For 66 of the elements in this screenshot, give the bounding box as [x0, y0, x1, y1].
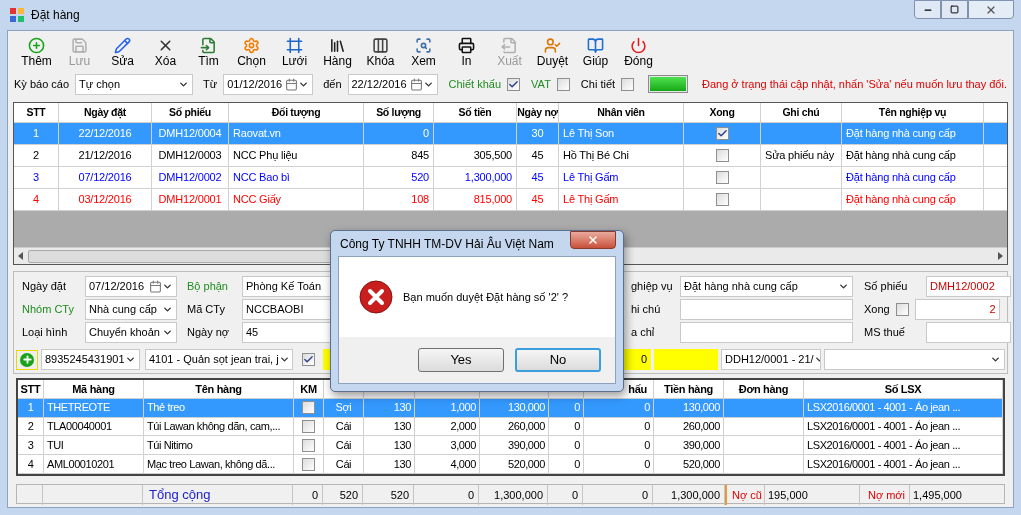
table-cell: 03/12/2016: [59, 189, 152, 211]
table-cell: LSX2016/0001 - 4001 - Áo jean ...: [804, 455, 1003, 474]
table-cell: 1,000: [415, 398, 480, 418]
field-label: Ngày nợ: [187, 325, 231, 341]
total-value: 1,300,000: [653, 485, 725, 505]
option-label: VAT: [531, 76, 551, 92]
table-cell: 130,000: [480, 398, 549, 418]
total-value: 0: [548, 485, 583, 505]
table-cell: 520,000: [654, 455, 724, 474]
debt-label: Nợ cũ: [725, 485, 765, 505]
table-cell: 4: [18, 455, 44, 474]
table-cell: 815,000: [434, 189, 517, 211]
field-label: Loại hình: [22, 325, 69, 341]
table-cell: 0: [584, 398, 654, 418]
field-label: Từ: [203, 76, 218, 92]
table-cell: Đặt hàng nhà cung cấp: [842, 189, 984, 211]
table-cell: THETREOTE: [44, 398, 144, 418]
debt-value: 1,495,000: [912, 487, 963, 503]
debt-label: Nợ mới: [860, 485, 910, 505]
field-label: Kỳ báo cáo: [14, 76, 70, 92]
table-cell: Cái: [324, 455, 364, 474]
table-cell: LSX2016/0001 - 4001 - Áo jean ...: [804, 398, 1003, 418]
table-cell: NCC Giấy: [229, 189, 364, 211]
table-cell: 520,000: [480, 455, 549, 474]
field-label: Mã CTy: [187, 302, 226, 318]
window-title: Đặt hàng: [31, 7, 80, 24]
option-label: Chi tiết: [580, 76, 616, 92]
field-label: Nhóm CTy: [22, 302, 75, 318]
table-cell: Lê Thị Gấm: [559, 189, 684, 211]
option-label: Chiết khấu: [448, 76, 502, 92]
table-cell: 0: [549, 455, 584, 474]
table-cell: 45: [517, 189, 559, 211]
field-label: MS thuế: [864, 325, 906, 341]
dialog-title: Công Ty TNHH TM-DV Hải Âu Việt Nam: [340, 235, 554, 253]
table-cell: 1: [18, 398, 44, 418]
field-label: Bộ phận: [187, 279, 229, 295]
debt-value: 195,000: [765, 485, 860, 505]
status-message: Đang ở trạng thái cập nhật, nhấn 'Sửa' nếu muốn lưu thay đổi.: [702, 76, 1007, 92]
table-cell: Mạc treo Lawan, không dã...: [144, 455, 294, 474]
table-cell: Thẻ treo: [144, 398, 294, 418]
field-label: ghiệp vụ: [631, 279, 674, 295]
dialog-message: Bạn muốn duyệt Đặt hàng số '2' ?: [403, 289, 569, 305]
table-cell: DMH12/0001: [152, 189, 229, 211]
field-label: đến: [323, 76, 342, 92]
field-label: Xong: [864, 302, 890, 318]
total-value: 0: [414, 485, 479, 505]
table-cell: Sợi: [324, 398, 364, 418]
total-value: 0: [293, 485, 323, 505]
field-label: a chỉ: [631, 325, 656, 341]
total-value: 520: [363, 485, 414, 505]
field-label: Ngày đặt: [22, 279, 68, 295]
table-cell: 108: [364, 189, 434, 211]
table-cell: 130: [364, 398, 415, 418]
total-label: Tổng cộng: [143, 485, 293, 505]
table-cell: 0: [584, 455, 654, 474]
total-value: 0: [583, 485, 653, 505]
table-cell: 0: [549, 398, 584, 418]
table-cell: 130,000: [654, 398, 724, 418]
table-cell: 4,000: [415, 455, 480, 474]
total-value: 520: [323, 485, 363, 505]
table-cell: 130: [364, 455, 415, 474]
total-value: 1,300,000: [479, 485, 548, 505]
table-cell: 4: [14, 189, 59, 211]
field-label: Số phiếu: [864, 279, 909, 295]
table-cell: AML00010201: [44, 455, 144, 474]
field-label: hi chú: [631, 302, 662, 318]
